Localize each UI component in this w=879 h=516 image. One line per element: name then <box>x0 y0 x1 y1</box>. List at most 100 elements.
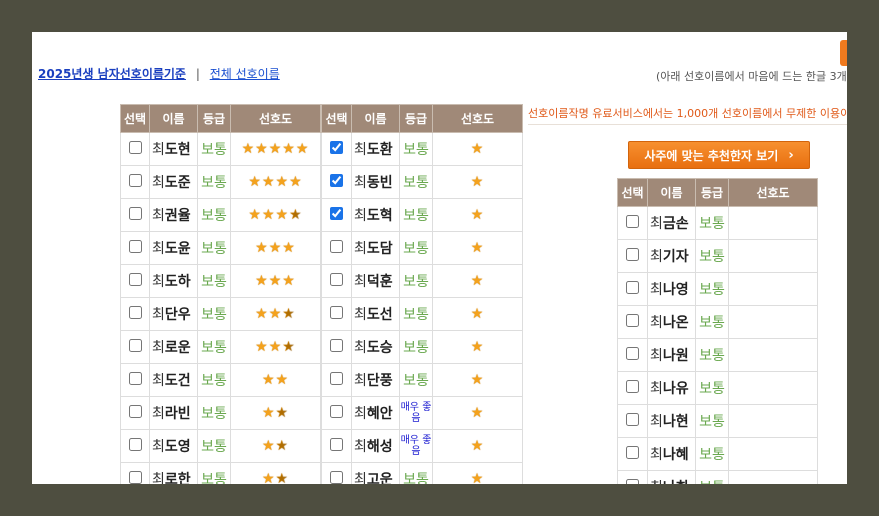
grade-cell: 보통 <box>695 371 729 405</box>
star-rating: ★★★ <box>255 306 296 322</box>
table-row: 최도하 보통 ★★★ <box>120 264 321 298</box>
grade-cell: 매우 좋음 <box>399 396 433 430</box>
select-checkbox[interactable] <box>626 346 639 360</box>
select-checkbox[interactable] <box>330 173 343 187</box>
select-cell <box>617 404 648 438</box>
col-select: 선택 <box>120 104 150 133</box>
select-checkbox[interactable] <box>626 280 639 294</box>
table-header-row: 선택 이름 등급 선호도 <box>617 178 818 207</box>
grade-cell: 보통 <box>695 338 729 372</box>
grade-cell: 보통 <box>399 264 433 298</box>
select-cell <box>120 363 150 397</box>
star-icon: ★ <box>261 174 276 190</box>
select-cell <box>120 132 150 166</box>
select-cell <box>321 198 352 232</box>
select-cell <box>617 206 648 240</box>
select-checkbox[interactable] <box>330 140 343 154</box>
star-icon: ★ <box>282 273 296 289</box>
surname: 최 <box>152 274 165 290</box>
chevron-right-icon: › <box>788 147 794 163</box>
table-row: 최도선 보통 ★ <box>321 297 523 331</box>
link-2025-male-names[interactable]: 2025년생 남자선호이름기준 <box>38 67 186 81</box>
given-name: 기자 <box>662 249 689 265</box>
col-preference: 선호도 <box>728 178 818 207</box>
select-checkbox[interactable] <box>626 478 639 484</box>
name-cell: 최권율 <box>149 198 198 232</box>
select-checkbox[interactable] <box>330 371 343 385</box>
col-select: 선택 <box>617 178 648 207</box>
select-checkbox[interactable] <box>128 173 142 187</box>
select-checkbox[interactable] <box>330 206 343 220</box>
star-icon: ★ <box>275 372 290 388</box>
surname: 최 <box>152 241 165 257</box>
given-name: 도환 <box>366 142 393 158</box>
select-checkbox[interactable] <box>330 272 343 286</box>
select-checkbox[interactable] <box>626 412 639 426</box>
select-checkbox[interactable] <box>128 272 142 286</box>
select-checkbox[interactable] <box>626 214 639 228</box>
select-checkbox[interactable] <box>626 313 639 327</box>
select-checkbox[interactable] <box>128 239 142 253</box>
surname: 최 <box>152 439 165 455</box>
star-icon: ★ <box>470 405 485 421</box>
orange-button-edge[interactable] <box>840 40 847 66</box>
star-icon: ★ <box>470 339 485 355</box>
select-checkbox[interactable] <box>626 247 639 261</box>
half-star-icon: ★ <box>276 471 290 484</box>
select-checkbox[interactable] <box>626 445 639 459</box>
select-checkbox[interactable] <box>330 305 343 319</box>
preference-cell: ★★★ <box>230 297 321 331</box>
star-rating: ★★★★★ <box>242 141 310 157</box>
star-rating: ★ <box>471 339 485 355</box>
preference-cell: ★★★ <box>230 330 321 364</box>
grade-cell: 보통 <box>197 165 231 199</box>
surname: 최 <box>354 307 367 323</box>
star-icon: ★ <box>295 141 310 157</box>
grade-cell: 보통 <box>695 239 729 273</box>
select-checkbox[interactable] <box>128 305 142 319</box>
surname: 최 <box>354 472 367 484</box>
preference-cell <box>728 338 818 372</box>
preference-cell: ★ <box>432 363 523 397</box>
select-checkbox[interactable] <box>330 239 343 253</box>
select-checkbox[interactable] <box>330 404 343 418</box>
select-cell <box>321 165 352 199</box>
select-checkbox[interactable] <box>128 404 142 418</box>
link-all-names[interactable]: 전체 선호이름 <box>210 67 280 81</box>
select-cell <box>617 338 648 372</box>
surname: 최 <box>354 241 367 257</box>
name-cell: 최금손 <box>647 206 696 240</box>
star-rating: ★★★ <box>255 240 296 256</box>
star-rating: ★ <box>471 141 485 157</box>
top-instruction-note: (아래 선호이름에서 마음에 드는 한글 3개 <box>656 70 847 83</box>
surname: 최 <box>650 216 663 232</box>
star-icon: ★ <box>470 174 485 190</box>
name-cell: 최나현 <box>647 404 696 438</box>
select-checkbox[interactable] <box>128 140 142 154</box>
name-cell: 최단우 <box>149 297 198 331</box>
preference-cell: ★ <box>432 396 523 430</box>
select-checkbox[interactable] <box>128 470 142 484</box>
select-cell <box>321 462 352 484</box>
recommend-button-label: 사주에 맞는 추천한자 보기 <box>644 148 779 163</box>
select-cell <box>617 272 648 306</box>
table-row: 최도건 보통 ★★ <box>120 363 321 397</box>
surname: 최 <box>650 249 663 265</box>
star-rating: ★ <box>471 306 485 322</box>
select-checkbox[interactable] <box>330 338 343 352</box>
surname: 최 <box>354 175 367 191</box>
select-checkbox[interactable] <box>330 437 343 451</box>
surname: 최 <box>152 340 165 356</box>
recommend-hanja-button[interactable]: 사주에 맞는 추천한자 보기 › <box>628 141 810 169</box>
select-checkbox[interactable] <box>330 470 343 484</box>
grade-cell: 보통 <box>399 462 433 484</box>
select-checkbox[interactable] <box>128 437 142 451</box>
select-checkbox[interactable] <box>128 371 142 385</box>
select-checkbox[interactable] <box>128 206 142 220</box>
surname: 최 <box>354 274 367 290</box>
select-checkbox[interactable] <box>626 379 639 393</box>
preference-cell: ★★ <box>230 462 321 484</box>
select-checkbox[interactable] <box>128 338 142 352</box>
half-star-icon: ★ <box>282 306 296 322</box>
star-icon: ★ <box>255 141 269 157</box>
